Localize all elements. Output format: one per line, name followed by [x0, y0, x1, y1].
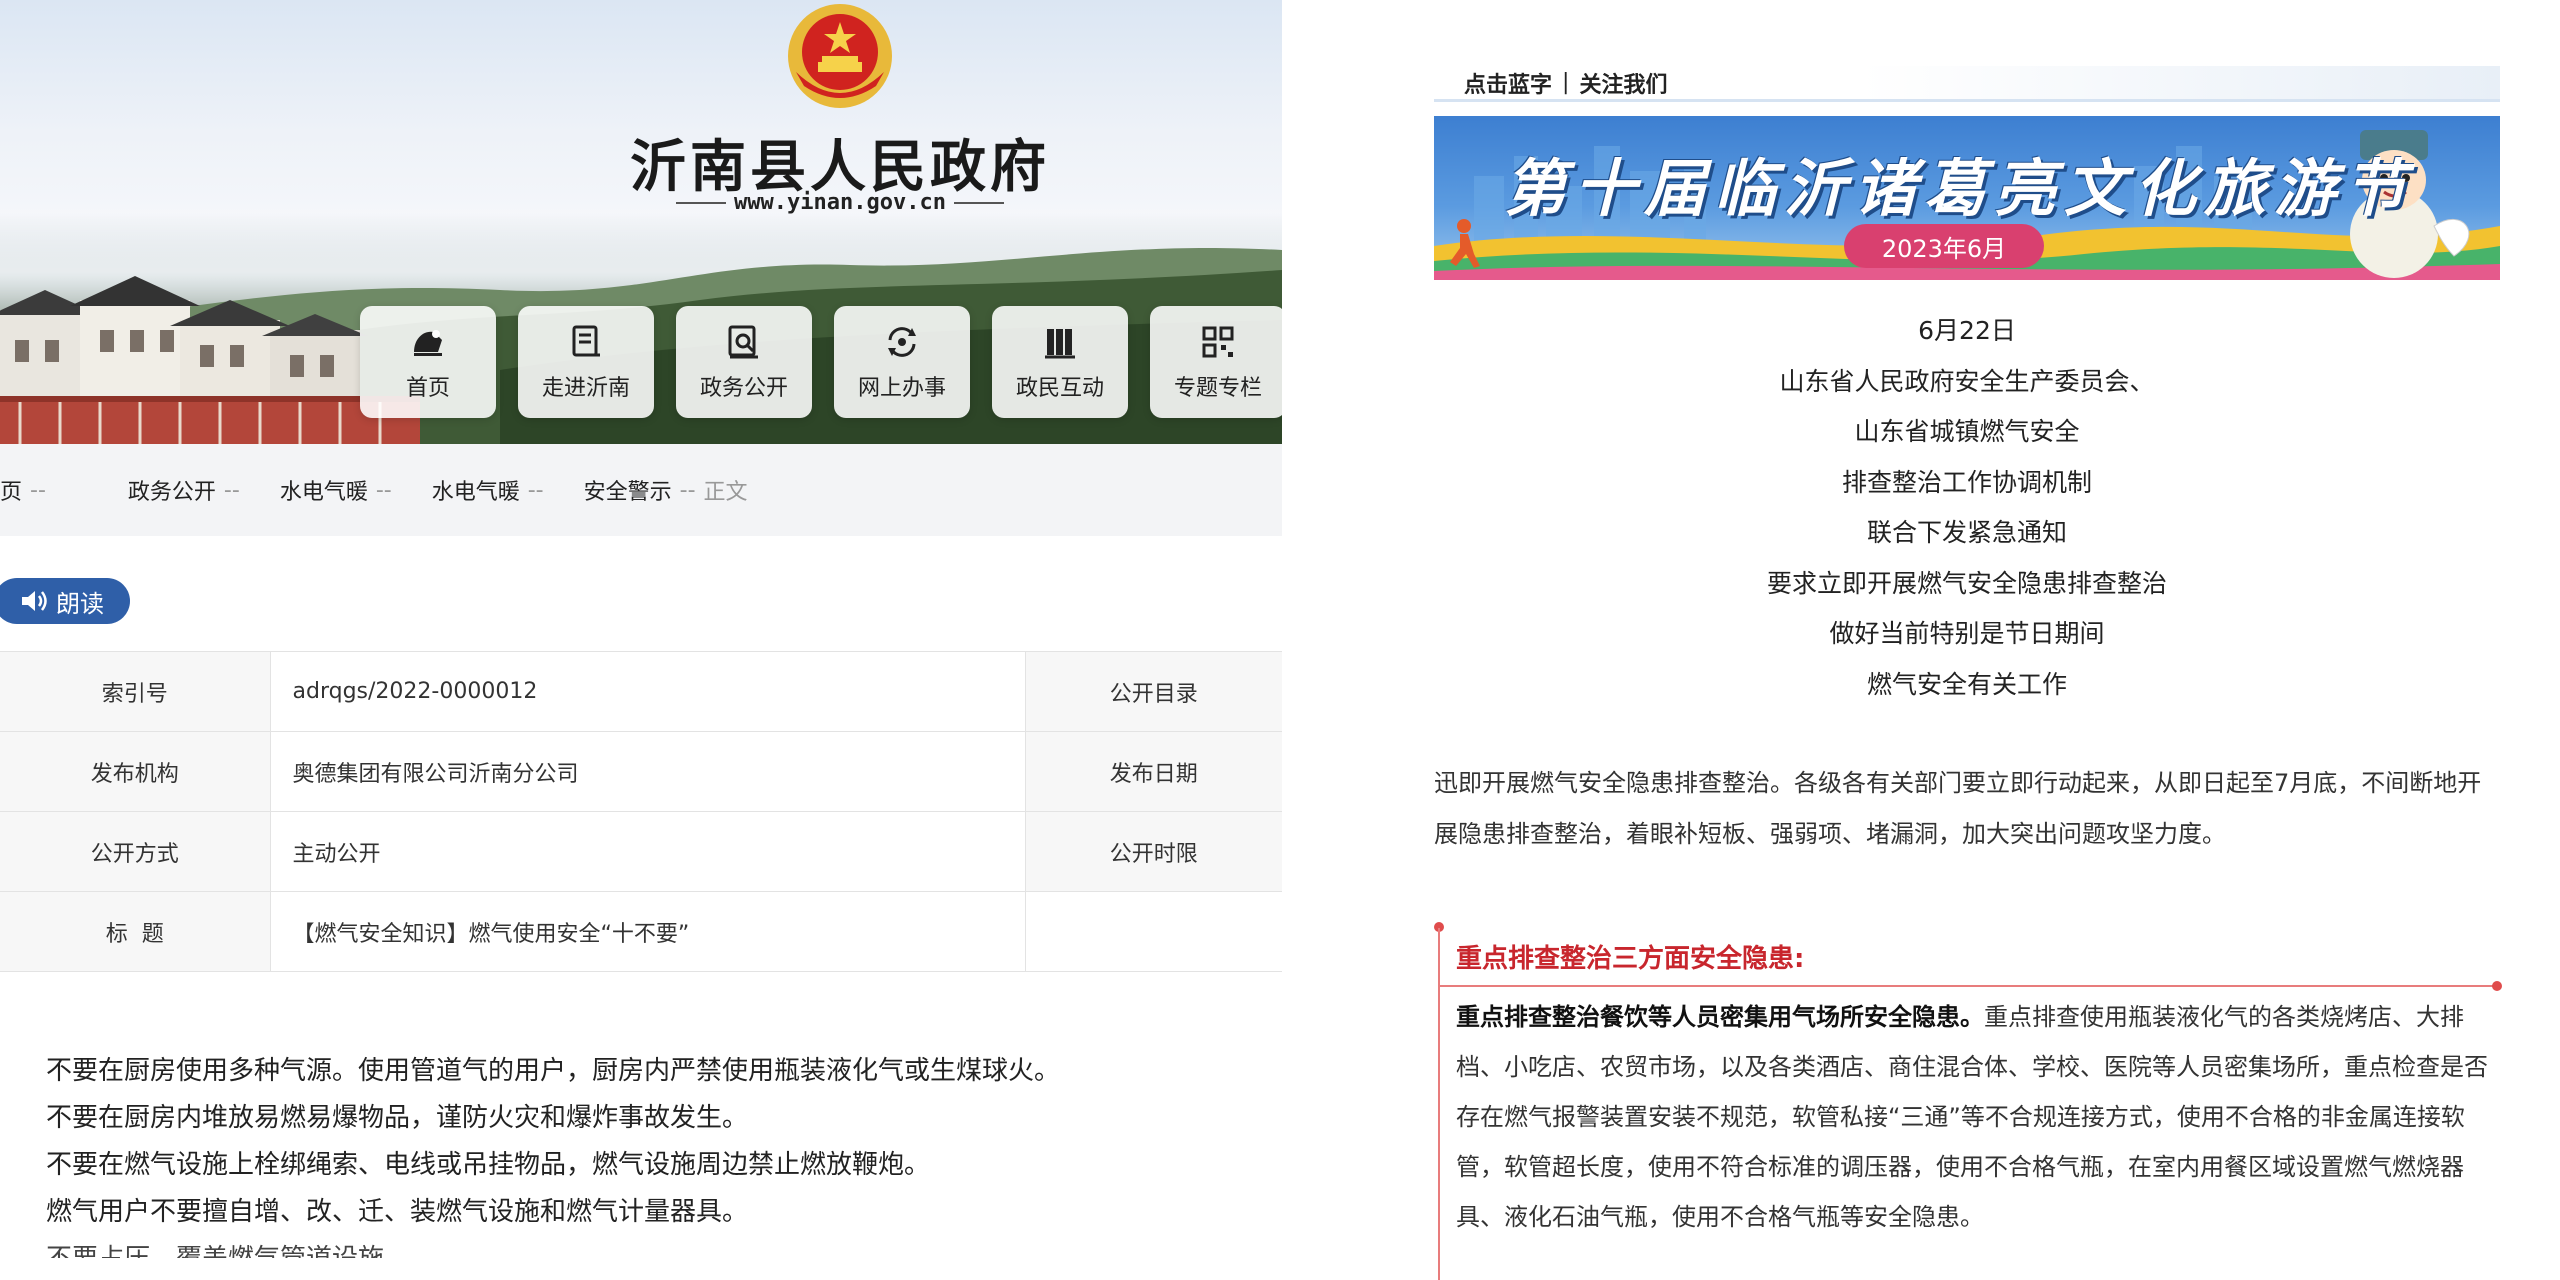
breadcrumb-current: 正文	[703, 480, 748, 505]
table-value: 【燃气安全知识】燃气使用安全“十不要”	[270, 891, 1026, 972]
table-row: 公开方式 主动公开 公开时限	[0, 811, 1282, 892]
url-line-right	[953, 202, 1004, 204]
gov-site-panel: 沂南县人民政府 www.yinan.gov.cn 首页 走进沂南 政务公开 网上…	[0, 0, 1282, 1280]
site-url[interactable]: www.yinan.gov.cn	[640, 190, 1040, 215]
follow-left: 点击蓝字	[1464, 72, 1553, 98]
nav-item-online-services[interactable]: 网上办事	[834, 306, 970, 418]
national-emblem-icon	[788, 4, 892, 108]
nav-label: 首页	[405, 376, 450, 401]
table-value: adrqgs/2022-0000012	[270, 651, 1026, 732]
notice-line: 燃气安全有关工作	[1866, 669, 2067, 699]
notice-line: 山东省城镇燃气安全	[1854, 417, 2080, 446]
article-body: 不要在厨房使用多种气源。使用管道气的用户，厨房内严禁使用瓶装液化气或生煤球火。 …	[46, 1048, 1060, 1258]
banner-title: 第十届临沂诸葛亮文化旅游节	[1504, 152, 2415, 225]
notice-line: 联合下发紧急通知	[1866, 518, 2067, 547]
breadcrumb-separator: --	[375, 477, 392, 503]
breadcrumb: 页 -- 政务公开 -- 水电气暖 -- 水电气暖 -- 安全警示 -- 正文	[0, 444, 1282, 536]
breadcrumb-item[interactable]: 政务公开	[128, 474, 216, 506]
breadcrumb-separator: --	[527, 477, 544, 503]
body-line: 不要在燃气设施上栓绑绳索、电线或吊挂物品，燃气设施周边禁止燃放鞭炮。	[46, 1150, 931, 1180]
table-label: 索引号	[0, 651, 271, 732]
table-value: 奥德集团有限公司沂南分公司	[270, 731, 1026, 812]
notice-line: 山东省人民政府安全生产委员会、	[1779, 366, 2155, 396]
body-line: 不要在厨房使用多种气源。使用管道气的用户，厨房内严禁使用瓶装液化气或生煤球火。	[46, 1056, 1061, 1086]
section-dot	[2492, 981, 2502, 991]
breadcrumb-item[interactable]: 水电气暖	[432, 474, 520, 506]
table-label	[1025, 891, 1282, 972]
read-aloud-button[interactable]: 朗读	[0, 578, 130, 624]
notice-line: 做好当前特别是节日期间	[1829, 619, 2105, 648]
section-heading: 重点排查整治三方面安全隐患:	[1456, 944, 1805, 974]
breadcrumb-item[interactable]: 水电气暖	[280, 474, 368, 506]
nav-item-home[interactable]: 首页	[360, 306, 496, 418]
follow-right: 关注我们	[1579, 72, 1668, 98]
main-nav: 首页 走进沂南 政务公开 网上办事 政民互动 专题专栏	[360, 306, 1282, 418]
breadcrumb-separator: --	[223, 477, 240, 503]
search-document-icon	[728, 325, 758, 359]
table-label: 公开目录	[1025, 651, 1282, 732]
notice-block: 6月22日 山东省人民政府安全生产委员会、 山东省城镇燃气安全 排查整治工作协调…	[1434, 306, 2500, 710]
refresh-icon	[888, 327, 916, 357]
banner-date: 2023年6月	[1844, 224, 2044, 268]
notice-line: 6月22日	[1918, 316, 2016, 345]
url-line-left	[676, 202, 727, 204]
nav-item-interaction[interactable]: 政民互动	[992, 306, 1128, 418]
read-aloud-label: 朗读	[56, 589, 104, 618]
breadcrumb-item[interactable]: 安全警示	[584, 474, 672, 506]
table-label: 公开时限	[1025, 811, 1282, 892]
article-panel: 点击蓝字 | 关注我们 第十届临沂诸葛亮文化旅游节 2023年6月 6月22日 …	[1282, 0, 2560, 1280]
follow-bar[interactable]: 点击蓝字 | 关注我们	[1434, 66, 2500, 102]
breadcrumb-separator: --	[30, 477, 46, 503]
site-header: 沂南县人民政府 www.yinan.gov.cn 首页 走进沂南 政务公开 网上…	[0, 0, 1282, 444]
nav-label: 走进沂南	[541, 376, 630, 401]
section-text: 重点排查使用瓶装液化气的各类烧烤店、大排档、小吃店、农贸市场，以及各类酒店、商住…	[1456, 1003, 2488, 1231]
table-row: 发布机构 奥德集团有限公司沂南分公司 发布日期	[0, 731, 1282, 812]
festival-banner: 第十届临沂诸葛亮文化旅游节 2023年6月	[1434, 116, 2500, 280]
body-line: 不要占压、覆盖燃气管道设施	[46, 1236, 1060, 1258]
section-body: 重点排查整治餐饮等人员密集用气场所安全隐患。重点排查使用瓶装液化气的各类烧烤店、…	[1456, 992, 2496, 1242]
table-label: 公开方式	[0, 811, 271, 892]
article-paragraph: 迅即开展燃气安全隐患排查整治。各级各有关部门要立即行动起来，从即日起至7月底，不…	[1434, 769, 2482, 848]
notice-line: 要求立即开展燃气安全隐患排查整治	[1766, 568, 2167, 598]
nav-label: 政民互动	[1015, 376, 1104, 401]
info-table: 索引号 adrqgs/2022-0000012 公开目录 发布机构 奥德集团有限…	[0, 651, 1282, 972]
section-lead: 重点排查整治餐饮等人员密集用气场所安全隐患。	[1456, 1003, 1984, 1031]
books-icon	[1045, 329, 1075, 359]
breadcrumb-item[interactable]: 页	[0, 474, 22, 506]
nav-label: 专题专栏	[1173, 376, 1262, 401]
breadcrumb-separator: --	[679, 477, 696, 503]
document-icon	[572, 325, 600, 357]
grid-icon	[1202, 326, 1234, 358]
nav-item-topics[interactable]: 专题专栏	[1150, 306, 1282, 418]
table-row: 索引号 adrqgs/2022-0000012 公开目录	[0, 651, 1282, 732]
nav-label: 政务公开	[699, 376, 788, 401]
table-row: 标 题 【燃气安全知识】燃气使用安全“十不要”	[0, 891, 1282, 972]
table-label: 发布日期	[1025, 731, 1282, 812]
speaker-icon	[22, 591, 47, 611]
table-label: 发布机构	[0, 731, 271, 812]
section-line-left	[1438, 928, 1440, 1280]
body-line: 不要在厨房内堆放易燃易爆物品，谨防火灾和爆炸事故发生。	[46, 1103, 749, 1133]
nav-label: 网上办事	[857, 376, 946, 401]
notice-line: 排查整治工作协调机制	[1841, 467, 2092, 497]
section-line-top	[1440, 985, 2498, 987]
table-label: 标 题	[0, 891, 271, 972]
nav-item-about[interactable]: 走进沂南	[518, 306, 654, 418]
home-icon	[414, 330, 442, 356]
body-line: 燃气用户不要擅自增、改、迁、装燃气设施和燃气计量器具。	[46, 1197, 749, 1227]
table-value: 主动公开	[270, 811, 1026, 892]
site-url-text: www.yinan.gov.cn	[734, 190, 946, 215]
follow-separator: |	[1562, 70, 1570, 95]
nav-item-gov-affairs[interactable]: 政务公开	[676, 306, 812, 418]
